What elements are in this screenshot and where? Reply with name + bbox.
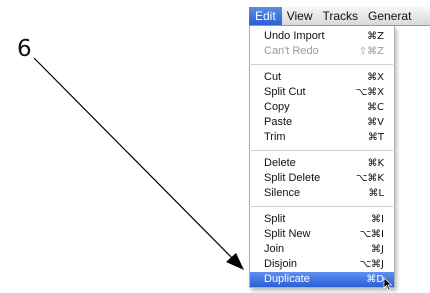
menu-item-join[interactable]: Join ⌘J: [250, 242, 394, 257]
menu-item-shortcut: ⌘C: [367, 102, 384, 113]
menu-item-trim[interactable]: Trim ⌘T: [250, 130, 394, 145]
menu-tracks[interactable]: Tracks: [317, 7, 363, 25]
menu-item-shortcut: ⌘I: [371, 214, 384, 225]
menu-item-shortcut: ⇧⌘Z: [358, 46, 384, 57]
menu-item-label: Split Delete: [264, 172, 321, 184]
menu-item-split-delete[interactable]: Split Delete ⌥⌘K: [250, 171, 394, 186]
menu-item-shortcut: ⌘V: [367, 117, 384, 128]
menu-item-silence[interactable]: Silence ⌘L: [250, 186, 394, 201]
menu-item-shortcut: ⌥⌘J: [359, 259, 384, 270]
menu-item-shortcut: ⌥⌘I: [359, 229, 384, 240]
menu-item-label: Duplicate: [264, 273, 310, 285]
menu-item-shortcut: ⌘T: [367, 132, 384, 143]
menu-item-split[interactable]: Split ⌘I: [250, 212, 394, 227]
menu-item-disjoin[interactable]: Disjoin ⌥⌘J: [250, 257, 394, 272]
menu-item-shortcut: ⌘L: [368, 188, 384, 199]
menu-item-label: Undo Import: [264, 30, 325, 42]
mouse-pointer-icon: [383, 277, 393, 291]
menu-item-duplicate[interactable]: Duplicate ⌘D: [250, 272, 394, 287]
menu-view[interactable]: View: [282, 7, 318, 25]
menu-item-cut[interactable]: Cut ⌘X: [250, 70, 394, 85]
menu-item-label: Cut: [264, 71, 282, 83]
menu-item-shortcut: ⌘Z: [367, 31, 384, 42]
menu-item-label: Split Cut: [264, 86, 306, 98]
menu-item-shortcut: ⌘D: [366, 274, 384, 285]
menu-generat[interactable]: Generat: [363, 7, 416, 25]
menu-item-label: Disjoin: [264, 258, 298, 270]
menu-item-paste[interactable]: Paste ⌘V: [250, 115, 394, 130]
menu-item-label: Trim: [264, 131, 286, 143]
menu-item-shortcut: ⌘X: [367, 72, 384, 83]
menu-item-label: Delete: [264, 157, 296, 169]
menu-item-split-cut[interactable]: Split Cut ⌥⌘X: [250, 85, 394, 100]
menu-item-label: Split: [264, 213, 286, 225]
menu-item-split-new[interactable]: Split New ⌥⌘I: [250, 227, 394, 242]
menu-edit[interactable]: Edit: [249, 7, 282, 25]
menu-item-delete[interactable]: Delete ⌘K: [250, 156, 394, 171]
edit-menu-dropdown: Undo Import ⌘Z Can't Redo ⇧⌘Z Cut ⌘X Split Cut…: [249, 26, 395, 288]
menu-item-label: Split New: [264, 228, 311, 240]
menu-item-shortcut: ⌥⌘X: [355, 87, 384, 98]
menu-item-undo-import[interactable]: Undo Import ⌘Z: [250, 29, 394, 44]
menu-item-label: Copy: [264, 101, 290, 113]
menu-item-can-t-redo[interactable]: Can't Redo ⇧⌘Z: [250, 44, 394, 59]
menu-separator: [251, 64, 393, 65]
menu-item-label: Silence: [264, 187, 301, 199]
menu-item-copy[interactable]: Copy ⌘C: [250, 100, 394, 115]
menu-item-label: Can't Redo: [264, 45, 319, 57]
menu-item-label: Join: [264, 243, 285, 255]
menu-item-shortcut: ⌘K: [367, 158, 384, 169]
menu-item-label: Paste: [264, 116, 293, 128]
menu-item-shortcut: ⌥⌘K: [355, 173, 384, 184]
menu-item-shortcut: ⌘J: [371, 244, 384, 255]
menu-separator: [251, 206, 393, 207]
menu-bar: Edit View Tracks Generat: [249, 7, 430, 26]
menu-separator: [251, 150, 393, 151]
